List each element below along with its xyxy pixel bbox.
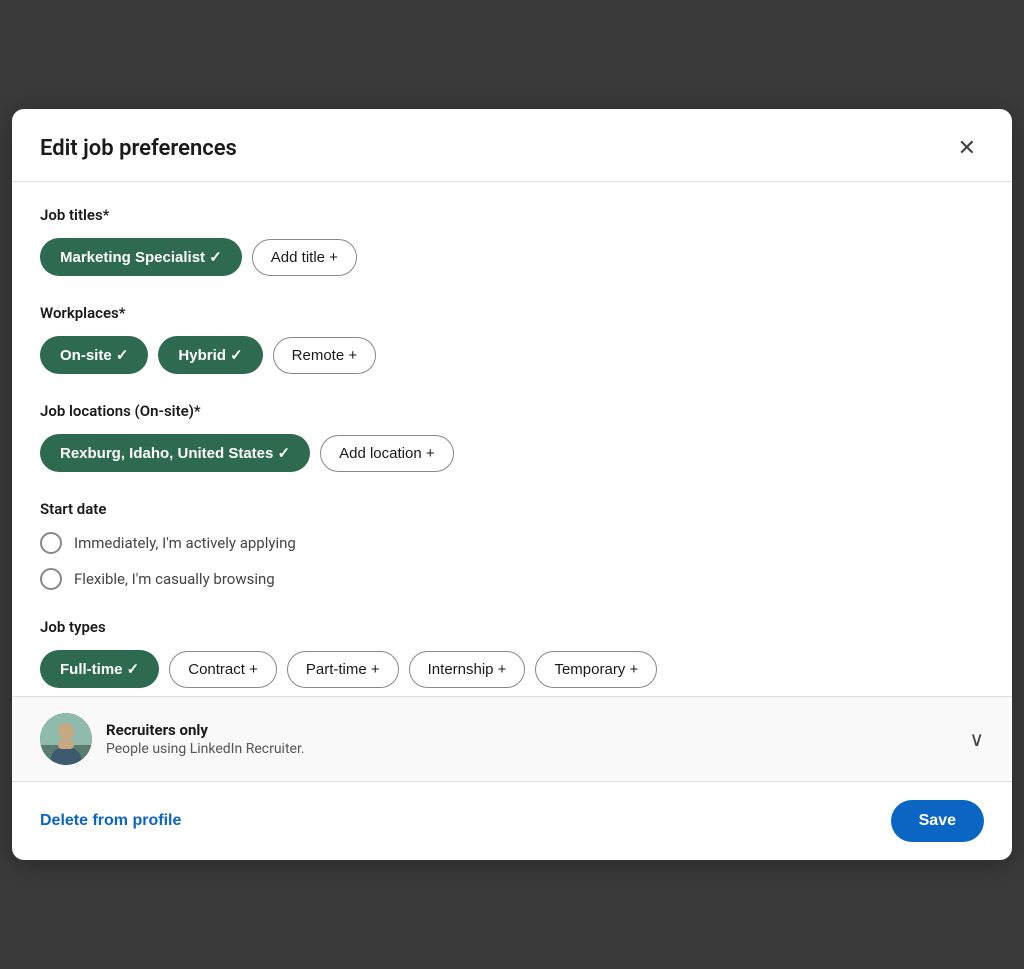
add-title-button[interactable]: Add title + <box>252 239 357 276</box>
modal-footer: Delete from profile Save <box>12 781 1012 860</box>
chip-rexburg[interactable]: Rexburg, Idaho, United States ✓ <box>40 434 310 472</box>
chip-hybrid[interactable]: Hybrid ✓ <box>158 336 262 374</box>
recruiter-subtitle: People using LinkedIn Recruiter. <box>106 741 955 757</box>
chip-full-time[interactable]: Full-time ✓ <box>40 650 159 688</box>
modal-header: Edit job preferences ✕ <box>12 109 1012 182</box>
radio-circle-flexible <box>40 568 62 590</box>
radio-immediately[interactable]: Immediately, I'm actively applying <box>40 532 984 554</box>
chip-temporary[interactable]: Temporary + <box>535 651 657 688</box>
radio-flexible-label: Flexible, I'm casually browsing <box>74 570 275 588</box>
add-location-button[interactable]: Add location + <box>320 435 454 472</box>
chip-rexburg-text: Rexburg, Idaho, United States ✓ <box>60 444 290 462</box>
delete-from-profile-button[interactable]: Delete from profile <box>40 812 181 830</box>
workplaces-chips-row: On-site ✓ Hybrid ✓ Remote + <box>40 336 984 374</box>
radio-immediately-label: Immediately, I'm actively applying <box>74 534 296 552</box>
modal-body: Job titles* Marketing Specialist ✓ Add t… <box>12 182 1012 688</box>
chip-part-time[interactable]: Part-time + <box>287 651 399 688</box>
chip-hybrid-text: Hybrid ✓ <box>178 346 242 364</box>
job-titles-label: Job titles* <box>40 206 984 224</box>
radio-flexible[interactable]: Flexible, I'm casually browsing <box>40 568 984 590</box>
job-locations-section: Job locations (On-site)* Rexburg, Idaho,… <box>40 402 984 472</box>
chip-on-site-text: On-site ✓ <box>60 346 128 364</box>
chip-full-time-text: Full-time ✓ <box>60 660 139 678</box>
recruiter-bar: Recruiters only People using LinkedIn Re… <box>12 696 1012 781</box>
start-date-section: Start date Immediately, I'm actively app… <box>40 500 984 590</box>
radio-circle-immediately <box>40 532 62 554</box>
job-locations-chips-row: Rexburg, Idaho, United States ✓ Add loca… <box>40 434 984 472</box>
workplaces-section: Workplaces* On-site ✓ Hybrid ✓ Remote + <box>40 304 984 374</box>
chip-marketing-specialist[interactable]: Marketing Specialist ✓ <box>40 238 242 276</box>
recruiter-expand-button[interactable]: ∨ <box>969 727 984 752</box>
avatar <box>40 713 92 765</box>
modal-title: Edit job preferences <box>40 136 237 161</box>
chip-remote[interactable]: Remote + <box>273 337 376 374</box>
chip-internship[interactable]: Internship + <box>409 651 526 688</box>
job-types-chips-row: Full-time ✓ Contract + Part-time + Inter… <box>40 650 984 688</box>
job-titles-chips-row: Marketing Specialist ✓ Add title + <box>40 238 984 276</box>
recruiter-text: Recruiters only People using LinkedIn Re… <box>106 721 955 757</box>
job-titles-section: Job titles* Marketing Specialist ✓ Add t… <box>40 206 984 276</box>
workplaces-label: Workplaces* <box>40 304 984 322</box>
chip-marketing-specialist-text: Marketing Specialist ✓ <box>60 248 222 266</box>
job-types-label: Job types <box>40 618 984 636</box>
job-types-section: Job types Full-time ✓ Contract + Part-ti… <box>40 618 984 688</box>
start-date-radio-group: Immediately, I'm actively applying Flexi… <box>40 532 984 590</box>
chip-on-site[interactable]: On-site ✓ <box>40 336 148 374</box>
job-locations-label: Job locations (On-site)* <box>40 402 984 420</box>
recruiter-title: Recruiters only <box>106 721 955 739</box>
edit-job-preferences-modal: Edit job preferences ✕ Job titles* Marke… <box>12 109 1012 860</box>
save-button[interactable]: Save <box>891 800 984 842</box>
close-button[interactable]: ✕ <box>950 131 984 165</box>
start-date-label: Start date <box>40 500 984 518</box>
chip-contract[interactable]: Contract + <box>169 651 277 688</box>
